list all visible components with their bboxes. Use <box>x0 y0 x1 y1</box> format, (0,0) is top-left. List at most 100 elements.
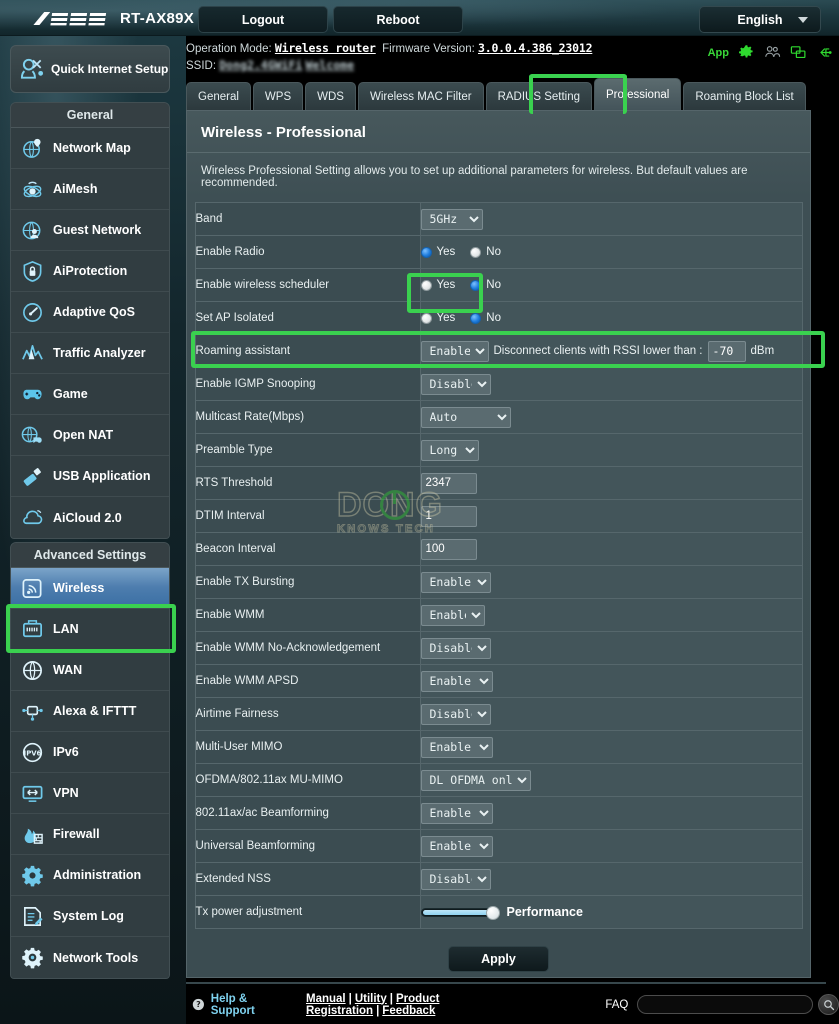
radio-yes[interactable] <box>420 279 432 291</box>
network-map-icon <box>23 138 41 158</box>
sidebar-label: Game <box>53 387 88 401</box>
slider-handle[interactable] <box>485 905 500 920</box>
sidebar-item-usb-application[interactable]: USB Application <box>11 456 169 497</box>
row-value: Long <box>419 433 803 467</box>
tab-general[interactable]: General <box>186 82 251 110</box>
operation-mode-value[interactable]: Wireless router <box>275 41 376 55</box>
tx-bursting-select[interactable]: Enable <box>420 571 491 593</box>
link-separator: | <box>376 1004 380 1017</box>
slider-fill <box>422 909 493 915</box>
tab-radius-setting[interactable]: RADIUS Setting <box>485 82 593 110</box>
sidebar-item-aimesh[interactable]: AiMesh <box>11 169 169 210</box>
table-row-beamforming-ax: 802.11ax/ac Beamforming Enable <box>194 796 803 830</box>
table-row-roaming-assistant: Roaming assistant Enable Disconnect clie… <box>194 334 803 368</box>
advanced-menu-block: Advanced Settings Wireless LAN WAN Alexa… <box>10 542 170 979</box>
sidebar-item-wireless[interactable]: Wireless <box>11 568 169 609</box>
users-icon[interactable] <box>764 44 781 61</box>
row-label: Enable WMM <box>194 598 421 632</box>
sidebar-item-aicloud[interactable]: AiCloud 2.0 <box>11 497 169 538</box>
sidebar-item-administration[interactable]: Administration <box>11 855 169 896</box>
tx-power-slider[interactable] <box>420 905 500 920</box>
logout-button[interactable]: Logout <box>198 6 328 33</box>
rts-threshold-input[interactable] <box>420 472 477 494</box>
tab-professional[interactable]: Professional <box>594 78 682 110</box>
sidebar-item-traffic-analyzer[interactable]: Traffic Analyzer <box>11 333 169 374</box>
sidebar-item-guest-network[interactable]: Guest Network <box>11 210 169 251</box>
universal-beamforming-select[interactable]: Enable <box>420 835 493 857</box>
rssi-description: Disconnect clients with RSSI lower than … <box>493 345 703 357</box>
multicast-rate-select[interactable]: Auto <box>420 406 511 428</box>
wmm-apsd-select[interactable]: Enable <box>420 670 493 692</box>
utility-link[interactable]: Utility <box>355 993 387 1005</box>
igmp-snooping-select[interactable]: Disable <box>420 373 491 395</box>
tab-roaming-block-list[interactable]: Roaming Block List <box>683 82 806 110</box>
extended-nss-select[interactable]: Disable <box>420 868 491 890</box>
preamble-type-select[interactable]: Long <box>420 439 479 461</box>
sidebar: Quick Internet Setup General Network Map <box>0 36 186 1024</box>
sidebar-label: Network Tools <box>53 950 139 965</box>
apply-button[interactable]: Apply <box>448 946 549 972</box>
band-select[interactable]: 5GHz <box>420 208 483 230</box>
sidebar-item-aiprotection[interactable]: AiProtection <box>11 251 169 292</box>
radio-no[interactable] <box>470 279 482 291</box>
row-value: Enable <box>419 598 803 632</box>
app-label[interactable]: App <box>708 45 729 61</box>
radio-no[interactable] <box>470 312 482 324</box>
footer-content: ? Help & Support Manual | Utility | Product … <box>186 985 839 1024</box>
mu-mimo-select[interactable]: Enable <box>420 736 493 758</box>
chevron-down-icon <box>798 17 808 23</box>
sidebar-label: AiProtection <box>53 264 128 278</box>
sidebar-item-alexa-ifttt[interactable]: Alexa & IFTTT <box>11 691 169 732</box>
roaming-assistant-select[interactable]: Enable <box>420 340 489 362</box>
quick-internet-setup-button[interactable]: Quick Internet Setup <box>10 45 170 93</box>
sidebar-item-adaptive-qos[interactable]: Adaptive QoS <box>11 292 169 333</box>
beamforming-ax-select[interactable]: Enable <box>420 802 493 824</box>
radio-no[interactable] <box>470 246 482 258</box>
gauge-icon <box>23 302 42 322</box>
sidebar-label: System Log <box>53 909 124 923</box>
tab-wps[interactable]: WPS <box>252 82 304 110</box>
airtime-fairness-select[interactable]: Disable <box>420 703 491 725</box>
usb-icon[interactable] <box>816 44 833 61</box>
table-row-rts-threshold: RTS Threshold <box>194 466 803 500</box>
link-separator: | <box>348 992 352 1005</box>
reboot-button[interactable]: Reboot <box>333 6 463 33</box>
sidebar-item-game[interactable]: Game <box>11 374 169 415</box>
sidebar-item-ipv6[interactable]: IPV6 IPv6 <box>11 732 169 773</box>
sidebar-item-firewall[interactable]: Firewall <box>11 814 169 855</box>
tab-wireless-mac-filter[interactable]: Wireless MAC Filter <box>357 82 484 110</box>
feedback-link[interactable]: Feedback <box>382 1005 435 1017</box>
network-clients-icon[interactable] <box>790 44 807 61</box>
table-row-beacon-interval: Beacon Interval <box>194 532 803 566</box>
table-row-wmm-no-ack: Enable WMM No-Acknowledgement Disable <box>194 631 803 665</box>
wmm-no-ack-select[interactable]: Disable <box>420 637 491 659</box>
guest-network-icon <box>22 221 41 239</box>
sidebar-item-network-map[interactable]: Network Map <box>11 128 169 169</box>
wmm-select[interactable]: Enable <box>420 604 485 626</box>
row-label: Enable TX Bursting <box>194 565 421 599</box>
sidebar-label: VPN <box>53 786 79 800</box>
manual-link[interactable]: Manual <box>306 993 346 1005</box>
sidebar-item-system-log[interactable]: System Log <box>11 896 169 937</box>
language-selector[interactable]: English <box>699 6 821 33</box>
help-support-link[interactable]: Help & Support <box>211 993 293 1017</box>
tab-wds[interactable]: WDS <box>305 82 356 110</box>
beacon-interval-input[interactable] <box>420 538 477 560</box>
ssid-value-secondary[interactable]: Welcome <box>306 57 354 73</box>
sidebar-item-network-tools[interactable]: Network Tools <box>11 937 169 978</box>
sidebar-item-lan[interactable]: LAN <box>11 609 169 650</box>
ofdma-select[interactable]: DL OFDMA only <box>420 769 531 791</box>
radio-yes[interactable] <box>420 312 432 324</box>
faq-search-input[interactable] <box>637 995 814 1014</box>
sidebar-item-open-nat[interactable]: Open NAT <box>11 415 169 456</box>
gear-icon[interactable] <box>738 44 755 61</box>
rssi-threshold-input[interactable] <box>707 340 746 362</box>
row-label: Airtime Fairness <box>194 697 421 731</box>
radio-yes[interactable] <box>420 246 432 258</box>
sidebar-item-wan[interactable]: WAN <box>11 650 169 691</box>
faq-search-button[interactable] <box>818 994 839 1015</box>
sidebar-item-vpn[interactable]: VPN <box>11 773 169 814</box>
ssid-value-primary[interactable]: Dong2.4GWiFi <box>219 57 302 73</box>
firmware-version-value[interactable]: 3.0.0.4.386_23012 <box>478 41 593 55</box>
dtim-interval-input[interactable] <box>420 505 477 527</box>
